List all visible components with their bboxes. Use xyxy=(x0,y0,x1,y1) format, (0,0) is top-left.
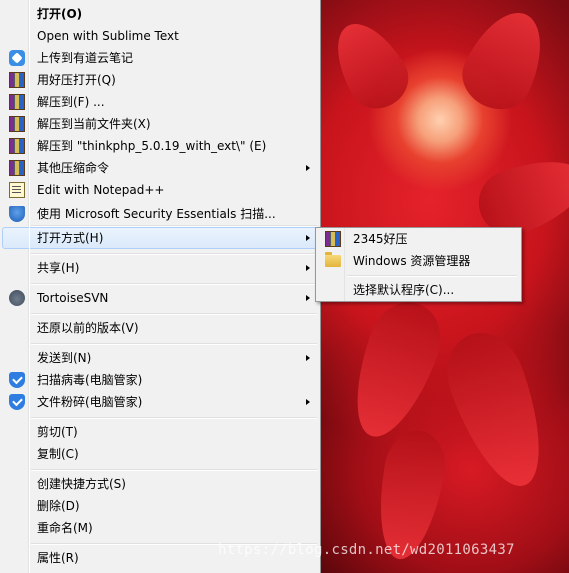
menu-item-open-with[interactable]: 打开方式(H) xyxy=(2,227,318,249)
menu-item-tortoisesvn[interactable]: TortoiseSVN xyxy=(2,287,318,309)
menu-item-create-shortcut[interactable]: 创建快捷方式(S) xyxy=(2,473,318,495)
menu-item-rename[interactable]: 重命名(M) xyxy=(2,517,318,539)
menu-item-file-shred[interactable]: 文件粉碎(电脑管家) xyxy=(2,391,318,413)
menu-item-other-compress[interactable]: 其他压缩命令 xyxy=(2,157,318,179)
open-with-submenu: 2345好压 Windows 资源管理器 选择默认程序(C)... xyxy=(315,227,522,302)
menu-item-edit-notepad[interactable]: Edit with Notepad++ xyxy=(2,179,318,201)
menu-item-cut[interactable]: 剪切(T) xyxy=(2,421,318,443)
menu-item-delete[interactable]: 删除(D) xyxy=(2,495,318,517)
menu-item-extract-here[interactable]: 解压到当前文件夹(X) xyxy=(2,113,318,135)
haozip-icon xyxy=(9,94,25,110)
menu-separator xyxy=(31,253,317,255)
blog-watermark: https://blog.csdn.net/wd2011063437 xyxy=(218,542,515,558)
menu-item-extract-to[interactable]: 解压到(F) ... xyxy=(2,91,318,113)
submenu-arrow-icon xyxy=(306,355,310,361)
pc-manager-shield-icon xyxy=(9,372,25,388)
menu-item-virus-scan[interactable]: 扫描病毒(电脑管家) xyxy=(2,369,318,391)
menu-item-open-with-sublime[interactable]: Open with Sublime Text xyxy=(2,25,318,47)
submenu-item-2345haozip[interactable]: 2345好压 xyxy=(318,228,519,250)
tortoisesvn-icon xyxy=(9,290,25,306)
menu-separator xyxy=(31,343,317,345)
notepad-plus-plus-icon xyxy=(9,182,25,198)
menu-item-extract-to-folder[interactable]: 解压到 "thinkphp_5.0.19_with_ext\" (E) xyxy=(2,135,318,157)
submenu-arrow-icon xyxy=(306,165,310,171)
file-context-menu: 打开(O) Open with Sublime Text 上传到有道云笔记 用好… xyxy=(0,0,321,573)
menu-item-restore-versions[interactable]: 还原以前的版本(V) xyxy=(2,317,318,339)
menu-item-copy[interactable]: 复制(C) xyxy=(2,443,318,465)
menu-item-share[interactable]: 共享(H) xyxy=(2,257,318,279)
menu-separator xyxy=(31,283,317,285)
security-essentials-icon xyxy=(9,206,25,222)
haozip-icon xyxy=(9,116,25,132)
haozip-icon xyxy=(9,72,25,88)
submenu-arrow-icon xyxy=(306,235,310,241)
submenu-separator xyxy=(347,275,517,277)
haozip-icon xyxy=(9,160,25,176)
menu-item-send-to[interactable]: 发送到(N) xyxy=(2,347,318,369)
submenu-arrow-icon xyxy=(306,265,310,271)
menu-separator xyxy=(31,313,317,315)
youdao-note-icon xyxy=(9,50,25,66)
folder-icon xyxy=(325,252,341,267)
submenu-item-choose-default[interactable]: 选择默认程序(C)... xyxy=(318,279,519,301)
pc-manager-shield-icon xyxy=(9,394,25,410)
menu-item-upload-youdao[interactable]: 上传到有道云笔记 xyxy=(2,47,318,69)
menu-separator xyxy=(31,469,317,471)
menu-item-mse-scan[interactable]: 使用 Microsoft Security Essentials 扫描... xyxy=(2,203,318,225)
submenu-arrow-icon xyxy=(306,295,310,301)
submenu-arrow-icon xyxy=(306,399,310,405)
menu-separator xyxy=(31,417,317,419)
menu-item-open[interactable]: 打开(O) xyxy=(2,3,318,25)
haozip-icon xyxy=(325,231,341,247)
menu-item-open-with-haozip[interactable]: 用好压打开(Q) xyxy=(2,69,318,91)
submenu-item-windows-explorer[interactable]: Windows 资源管理器 xyxy=(318,250,519,272)
haozip-icon xyxy=(9,138,25,154)
